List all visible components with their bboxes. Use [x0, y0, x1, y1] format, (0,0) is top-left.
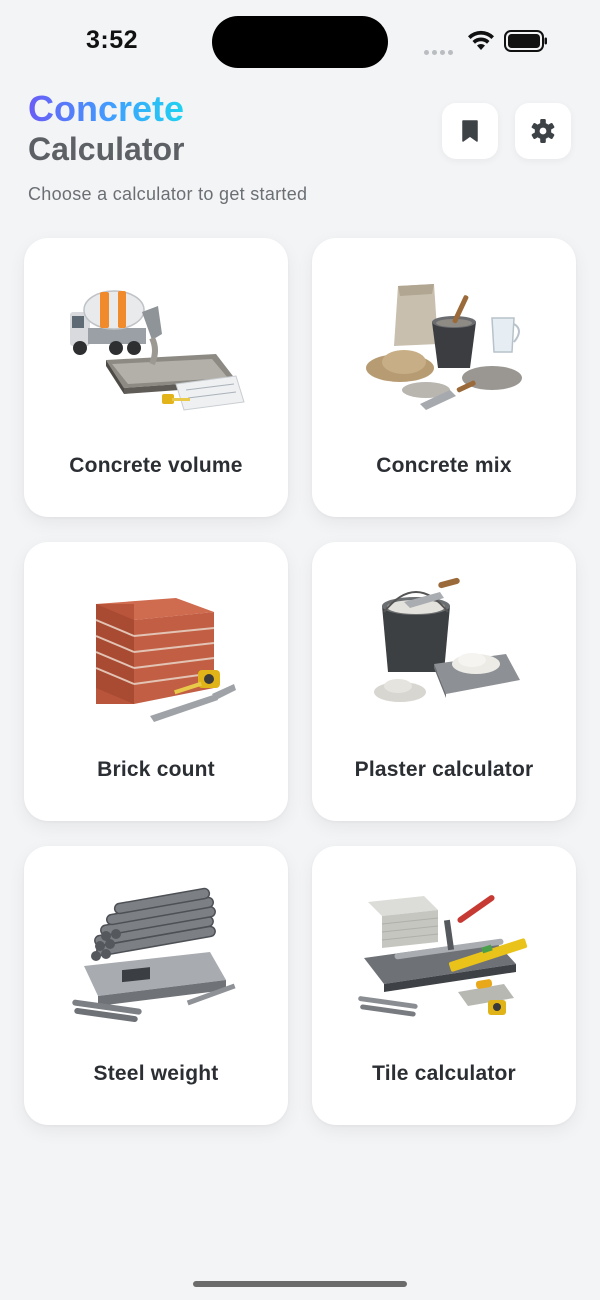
- card-label: Steel weight: [93, 1062, 219, 1085]
- card-label: Concrete volume: [69, 454, 243, 477]
- tile-cutter-icon: [358, 895, 528, 1017]
- concrete-mixer-truck-icon: [70, 290, 245, 411]
- dynamic-island: [212, 16, 388, 68]
- app-title-line2: Calculator: [28, 131, 185, 167]
- rebar-scale-icon: [72, 887, 236, 1023]
- home-indicator[interactable]: [193, 1281, 407, 1287]
- bookmarks-button[interactable]: [442, 103, 498, 159]
- card-label: Concrete mix: [376, 454, 512, 477]
- tile-calculator-card[interactable]: Tile calculator: [312, 846, 576, 1125]
- app-screen: 3:52 Concrete Calculator Choose a calcul…: [0, 0, 600, 1300]
- status-bar: 3:52: [0, 0, 600, 80]
- concrete-volume-card[interactable]: Concrete volume: [24, 238, 288, 517]
- settings-button[interactable]: [515, 103, 571, 159]
- card-label: Plaster calculator: [354, 758, 534, 781]
- gear-icon: [531, 119, 555, 143]
- battery-icon: [504, 30, 547, 52]
- plaster-calculator-card[interactable]: Plaster calculator: [312, 542, 576, 821]
- cellular-signal-icon: [424, 42, 456, 60]
- page-subtitle: Choose a calculator to get started: [28, 184, 308, 204]
- bookmark-icon: [462, 120, 478, 142]
- card-label: Tile calculator: [372, 1062, 516, 1085]
- brick-stack-icon: [95, 598, 236, 722]
- plaster-bucket-icon: [374, 577, 520, 702]
- app-title: Concrete Calculator: [28, 88, 184, 168]
- status-time: 3:52: [86, 26, 139, 54]
- card-label: Brick count: [97, 758, 215, 781]
- concrete-mix-card[interactable]: Concrete mix: [312, 238, 576, 517]
- wifi-icon: [468, 30, 494, 50]
- app-title-line1: Concrete: [28, 88, 185, 129]
- brick-count-card[interactable]: Brick count: [24, 542, 288, 821]
- cement-bag-bucket-icon: [366, 284, 522, 410]
- steel-weight-card[interactable]: Steel weight: [24, 846, 288, 1125]
